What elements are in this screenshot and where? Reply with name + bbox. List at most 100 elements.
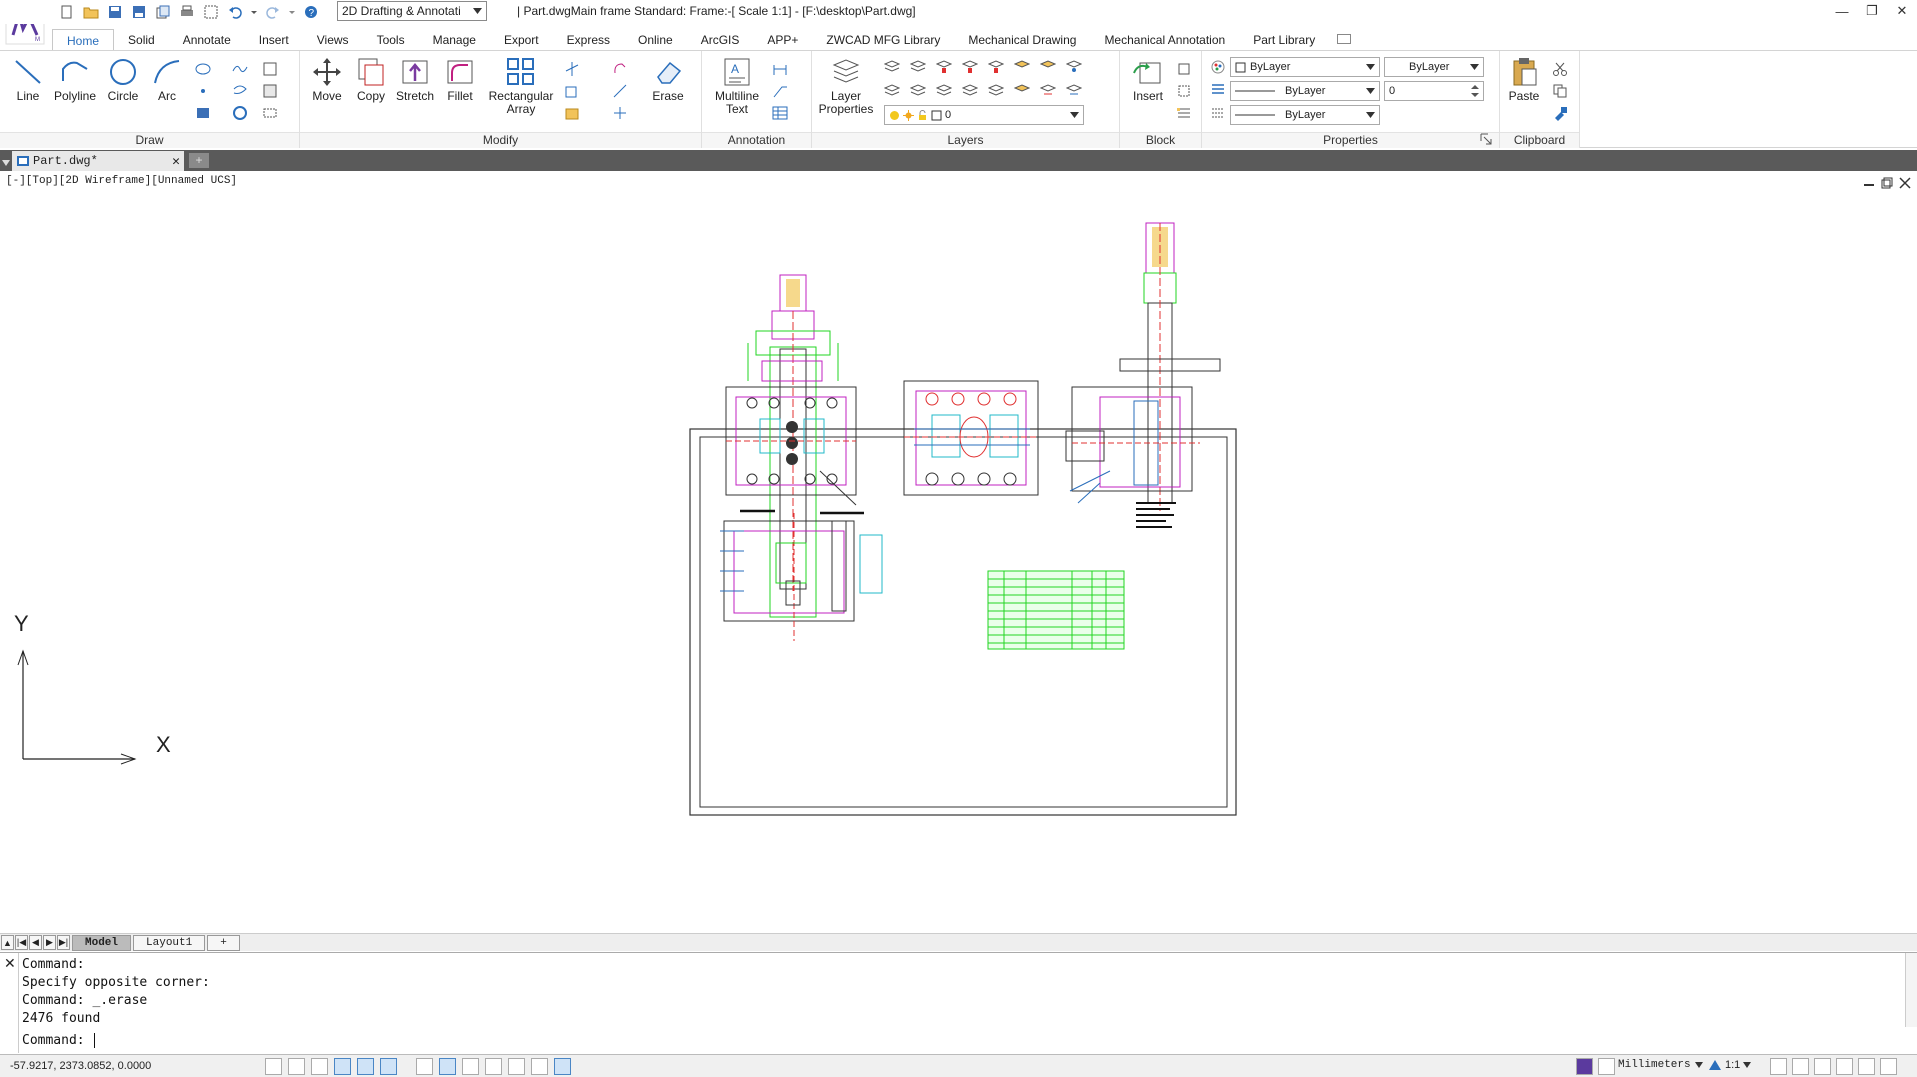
- workspace-switch-icon[interactable]: [1814, 1058, 1831, 1075]
- ribbon-collapse-icon[interactable]: [1337, 34, 1352, 44]
- layer-properties-button[interactable]: Layer Properties: [818, 57, 874, 116]
- auto-scale-icon[interactable]: [1792, 1058, 1809, 1075]
- tab-model[interactable]: Model: [72, 934, 132, 951]
- first-layout-icon[interactable]: |◀: [15, 935, 28, 950]
- tab-arcgis[interactable]: ArcGIS: [687, 29, 754, 51]
- command-scrollbar[interactable]: [1905, 953, 1917, 1027]
- layer-tool-12-icon[interactable]: [962, 83, 978, 99]
- tab-mechanical-annotation[interactable]: Mechanical Annotation: [1090, 29, 1239, 51]
- next-layout-icon[interactable]: ▶: [43, 935, 56, 950]
- rotate-icon[interactable]: [612, 61, 628, 77]
- layer-tool-8-icon[interactable]: [1066, 59, 1082, 75]
- tab-insert[interactable]: Insert: [245, 29, 303, 51]
- polyline-button[interactable]: Polyline: [53, 57, 97, 103]
- fillet-button[interactable]: Fillet: [438, 57, 482, 103]
- tab-layout1[interactable]: Layout1: [133, 934, 206, 951]
- layer-tool-11-icon[interactable]: [936, 83, 952, 99]
- command-input[interactable]: Command:: [22, 1033, 104, 1048]
- print-icon[interactable]: [178, 3, 196, 21]
- last-layout-icon[interactable]: ▶|: [57, 935, 70, 950]
- quick-properties-icon[interactable]: [508, 1058, 525, 1075]
- units-icon[interactable]: [1598, 1058, 1615, 1075]
- mirror-icon[interactable]: [564, 83, 580, 99]
- clean-screen-icon[interactable]: [1858, 1058, 1875, 1075]
- document-tab[interactable]: Part.dwg* ✕: [12, 151, 184, 171]
- copy-clip-icon[interactable]: [1552, 83, 1568, 99]
- layer-select[interactable]: 0: [884, 105, 1084, 125]
- undo-icon[interactable]: [226, 3, 244, 21]
- erase-button[interactable]: Erase: [646, 57, 690, 103]
- edit-block-icon[interactable]: [1176, 83, 1192, 99]
- model-paper-icon[interactable]: [485, 1058, 502, 1075]
- rectangular-array-button[interactable]: Rectangular Array: [486, 57, 556, 116]
- tab-solid[interactable]: Solid: [114, 29, 169, 51]
- properties-launcher-icon[interactable]: [1480, 133, 1492, 145]
- dynamic-ucs-icon[interactable]: [416, 1058, 433, 1075]
- tab-views[interactable]: Views: [303, 29, 363, 51]
- tab-part-library[interactable]: Part Library: [1239, 29, 1329, 51]
- zwcad-status-logo-icon[interactable]: [1576, 1058, 1593, 1075]
- annotation-panel-title[interactable]: Annotation: [702, 132, 811, 148]
- layer-tool-16-icon[interactable]: [1066, 83, 1082, 99]
- lineweight-select[interactable]: ByLayer: [1230, 105, 1380, 125]
- add-layout-button[interactable]: +: [207, 934, 240, 951]
- help-icon[interactable]: ?: [302, 3, 320, 21]
- layer-tool-15-icon[interactable]: [1040, 83, 1056, 99]
- lineweight-toggle-icon[interactable]: [462, 1058, 479, 1075]
- plot-preview-icon[interactable]: [202, 3, 220, 21]
- layer-tool-3-icon[interactable]: [936, 59, 952, 75]
- layer-tool-10-icon[interactable]: [910, 83, 926, 99]
- ortho-icon[interactable]: [311, 1058, 328, 1075]
- docbar-menu-icon[interactable]: [2, 156, 10, 170]
- layer-tool-9-icon[interactable]: [884, 83, 900, 99]
- tab-home[interactable]: Home: [52, 29, 115, 51]
- move-button[interactable]: Move: [305, 57, 349, 103]
- properties-panel-title[interactable]: Properties: [1202, 132, 1499, 148]
- block-panel-title[interactable]: Block: [1120, 132, 1201, 148]
- polar-tracking-icon[interactable]: [334, 1058, 351, 1075]
- create-block-icon[interactable]: [1176, 61, 1192, 77]
- minimize-icon[interactable]: —: [1827, 0, 1857, 22]
- new-file-icon[interactable]: [58, 3, 76, 21]
- tab-app-plus[interactable]: APP+: [753, 29, 812, 51]
- stretch-button[interactable]: Stretch: [393, 57, 437, 103]
- point-icon[interactable]: [195, 83, 211, 99]
- tab-tools[interactable]: Tools: [363, 29, 419, 51]
- rectangle-icon[interactable]: [195, 105, 211, 121]
- multiline-text-button[interactable]: A Multiline Text: [710, 57, 764, 116]
- annotation-scale-select[interactable]: 1:1: [1708, 1059, 1752, 1071]
- table-icon[interactable]: [772, 105, 788, 121]
- undo-dropdown-icon[interactable]: [250, 3, 258, 21]
- layer-tool-4-icon[interactable]: [962, 59, 978, 75]
- arc-button[interactable]: Arc: [145, 57, 189, 103]
- tab-mechanical-drawing[interactable]: Mechanical Drawing: [954, 29, 1090, 51]
- ellipse-icon[interactable]: [195, 61, 211, 77]
- match-format-icon[interactable]: [1552, 105, 1568, 121]
- boundary-icon[interactable]: [262, 105, 278, 121]
- close-icon[interactable]: ✕: [1887, 0, 1917, 22]
- tab-online[interactable]: Online: [624, 29, 687, 51]
- save-as-icon[interactable]: [130, 3, 148, 21]
- explode-icon[interactable]: [612, 105, 628, 121]
- redo-icon[interactable]: [264, 3, 282, 21]
- tab-zwcad-mfg-library[interactable]: ZWCAD MFG Library: [812, 29, 954, 51]
- circle-button[interactable]: Circle: [101, 57, 145, 103]
- prev-layout-icon[interactable]: ◀: [29, 935, 42, 950]
- scale-icon[interactable]: [564, 105, 580, 121]
- cut-icon[interactable]: [1552, 61, 1568, 77]
- maximize-icon[interactable]: ❐: [1857, 0, 1887, 22]
- revcloud-icon[interactable]: [232, 83, 248, 99]
- linetype-select[interactable]: ByLayer: [1230, 81, 1380, 101]
- chamfer-icon[interactable]: [612, 83, 628, 99]
- layer-tool-5-icon[interactable]: [988, 59, 1004, 75]
- annotation-monitor-icon[interactable]: [554, 1058, 571, 1075]
- save-icon[interactable]: [106, 3, 124, 21]
- region-icon[interactable]: [262, 83, 278, 99]
- scroll-up-icon[interactable]: ▲: [1, 935, 14, 950]
- tab-manage[interactable]: Manage: [419, 29, 490, 51]
- paste-button[interactable]: Paste: [1502, 57, 1546, 103]
- leader-icon[interactable]: [772, 83, 788, 99]
- clipboard-panel-title[interactable]: Clipboard: [1500, 132, 1579, 148]
- settings-gear-icon[interactable]: [1836, 1058, 1853, 1075]
- annotation-visibility-icon[interactable]: [1770, 1058, 1787, 1075]
